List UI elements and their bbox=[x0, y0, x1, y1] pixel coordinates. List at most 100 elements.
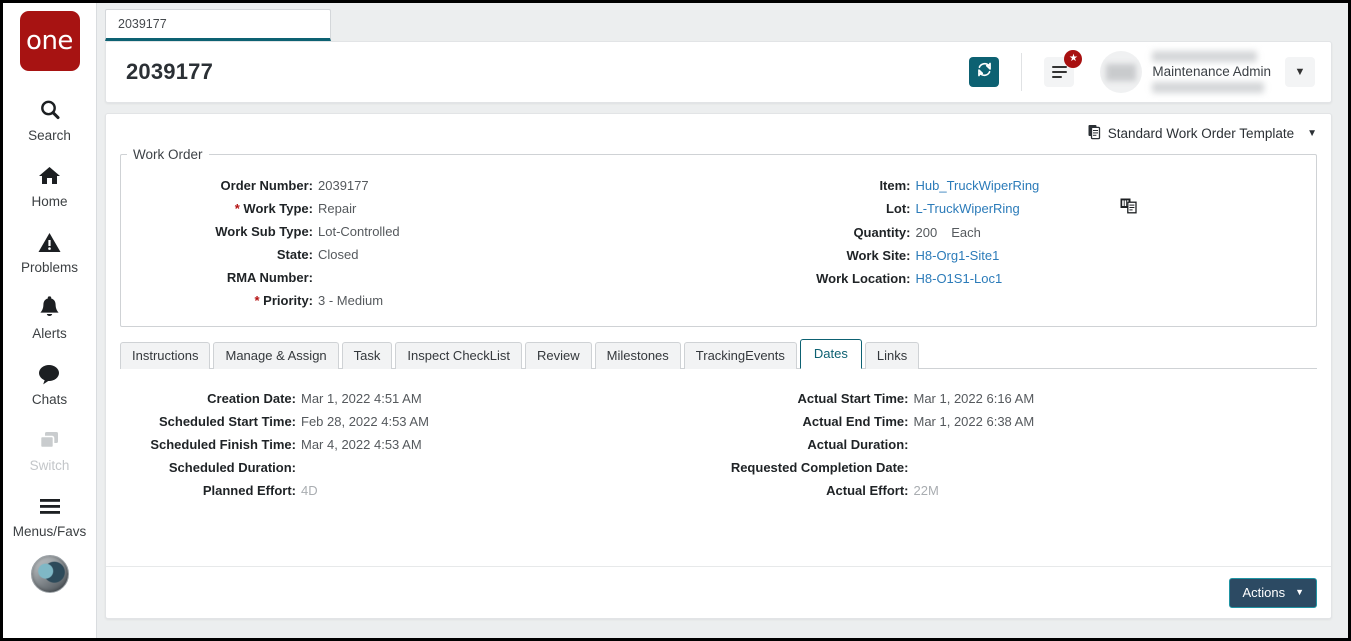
user-name-redacted-top bbox=[1152, 51, 1257, 62]
page-title: 2039177 bbox=[126, 59, 213, 85]
warning-triangle-icon bbox=[37, 227, 62, 257]
field-row: Scheduled Duration: bbox=[106, 456, 719, 479]
user-profile-block[interactable]: Maintenance Admin bbox=[1100, 49, 1271, 95]
one-network-logo[interactable]: one bbox=[20, 11, 80, 71]
work-order-fieldset: Work Order Order Number: 2039177 * Work … bbox=[120, 147, 1317, 327]
field-value-link-work-location[interactable]: H8-O1S1-Loc1 bbox=[916, 267, 1003, 290]
field-value: Mar 4, 2022 4:53 AM bbox=[301, 433, 422, 456]
field-row: * Work Type: Repair bbox=[121, 197, 719, 220]
sidebar-item-label: Problems bbox=[21, 260, 78, 275]
main-content-area: 2039177 2039177 ★ bbox=[97, 3, 1348, 638]
left-nav-sidebar: one Search Home Problems Alerts bbox=[3, 3, 97, 638]
bell-icon bbox=[38, 293, 61, 323]
field-label: Actual End Time: bbox=[719, 410, 909, 433]
tab-task[interactable]: Task bbox=[342, 342, 393, 369]
field-label: Lot: bbox=[719, 197, 911, 221]
field-label: Actual Start Time: bbox=[719, 387, 909, 410]
field-row: Order Number: 2039177 bbox=[121, 174, 719, 197]
field-row: Work Location: H8-O1S1-Loc1 bbox=[719, 267, 1317, 290]
tab-trackingevents[interactable]: TrackingEvents bbox=[684, 342, 797, 369]
sidebar-item-home[interactable]: Home bbox=[3, 153, 96, 215]
sidebar-item-label: Home bbox=[31, 194, 67, 209]
browser-tab-label: 2039177 bbox=[118, 17, 167, 31]
field-row: State: Closed bbox=[121, 243, 719, 266]
field-row: * Priority: 3 - Medium bbox=[121, 289, 719, 312]
field-value: Feb 28, 2022 4:53 AM bbox=[301, 410, 429, 433]
browser-tab-work-order[interactable]: 2039177 bbox=[105, 9, 331, 41]
field-value: 200 bbox=[916, 221, 938, 244]
field-label: Work Site: bbox=[719, 244, 911, 267]
quantity-unit: Each bbox=[951, 221, 981, 244]
field-label: Work Sub Type: bbox=[121, 220, 313, 243]
tab-links[interactable]: Links bbox=[865, 342, 919, 369]
sidebar-item-label: Chats bbox=[32, 392, 67, 407]
tab-inspect-checklist[interactable]: Inspect CheckList bbox=[395, 342, 522, 369]
field-value-link-work-site[interactable]: H8-Org1-Site1 bbox=[916, 244, 1000, 267]
user-menu-chevron-down-icon[interactable]: ▼ bbox=[1285, 57, 1315, 87]
tab-manage-assign[interactable]: Manage & Assign bbox=[213, 342, 338, 369]
field-value-link-lot[interactable]: L-TruckWiperRing bbox=[916, 197, 1020, 221]
sidebar-item-chats[interactable]: Chats bbox=[3, 351, 96, 413]
tab-review[interactable]: Review bbox=[525, 342, 592, 369]
user-name-group: Maintenance Admin bbox=[1152, 49, 1271, 95]
field-value: 3 - Medium bbox=[318, 289, 383, 312]
header-actions: ★ Maintenance Admin ▼ bbox=[969, 42, 1315, 102]
field-value: Mar 1, 2022 6:38 AM bbox=[914, 410, 1035, 433]
tab-dates[interactable]: Dates bbox=[800, 339, 862, 369]
tab-instructions[interactable]: Instructions bbox=[120, 342, 210, 369]
field-label: Order Number: bbox=[121, 174, 313, 197]
field-row: Actual Effort: 22M bbox=[719, 479, 1332, 502]
refresh-button[interactable] bbox=[969, 57, 999, 87]
field-value: 2039177 bbox=[318, 174, 369, 197]
field-row: Lot: L-TruckWiperRing bbox=[719, 197, 1317, 221]
chat-bubble-icon bbox=[37, 359, 62, 389]
dates-columns: Creation Date: Mar 1, 2022 4:51 AM Sched… bbox=[106, 381, 1331, 502]
field-label: Scheduled Start Time: bbox=[106, 410, 296, 433]
star-badge-icon: ★ bbox=[1064, 50, 1082, 68]
sidebar-profile-avatar[interactable] bbox=[31, 555, 69, 593]
template-label: Standard Work Order Template bbox=[1108, 126, 1294, 141]
required-asterisk: * bbox=[254, 293, 259, 308]
field-value: 4D bbox=[301, 479, 318, 502]
user-role-label: Maintenance Admin bbox=[1152, 64, 1271, 80]
refresh-icon bbox=[976, 61, 993, 83]
field-value: Mar 1, 2022 4:51 AM bbox=[301, 387, 422, 410]
chevron-down-icon: ▼ bbox=[1295, 587, 1304, 597]
dates-left-column: Creation Date: Mar 1, 2022 4:51 AM Sched… bbox=[106, 387, 719, 502]
required-asterisk: * bbox=[235, 201, 240, 216]
sidebar-item-menus-favs[interactable]: Menus/Favs bbox=[3, 483, 96, 545]
sidebar-item-alerts[interactable]: Alerts bbox=[3, 285, 96, 347]
sidebar-item-switch[interactable]: Switch bbox=[3, 417, 96, 479]
work-order-left-column: Order Number: 2039177 * Work Type: Repai… bbox=[121, 174, 719, 312]
notifications-menu-button[interactable]: ★ bbox=[1044, 57, 1074, 87]
field-row: Planned Effort: 4D bbox=[106, 479, 719, 502]
field-label: Actual Effort: bbox=[719, 479, 909, 502]
actions-button-label: Actions bbox=[1242, 585, 1285, 600]
field-row: Work Site: H8-Org1-Site1 bbox=[719, 244, 1317, 267]
field-label: Item: bbox=[719, 174, 911, 197]
field-row: Actual Start Time: Mar 1, 2022 6:16 AM bbox=[719, 387, 1332, 410]
work-order-right-column: Item: Hub_TruckWiperRing Lot: L-TruckWip… bbox=[719, 174, 1317, 312]
work-order-columns: Order Number: 2039177 * Work Type: Repai… bbox=[121, 168, 1316, 312]
template-selector[interactable]: Standard Work Order Template ▼ bbox=[1088, 124, 1317, 143]
tab-milestones[interactable]: Milestones bbox=[595, 342, 681, 369]
user-name-redacted-bottom bbox=[1152, 82, 1264, 93]
switch-windows-icon bbox=[37, 425, 62, 455]
field-row: Actual Duration: bbox=[719, 433, 1332, 456]
sidebar-item-search[interactable]: Search bbox=[3, 87, 96, 149]
header-divider bbox=[1021, 53, 1022, 91]
field-label: Creation Date: bbox=[106, 387, 296, 410]
field-row: Quantity: 200 Each bbox=[719, 221, 1317, 244]
field-row: Work Sub Type: Lot-Controlled bbox=[121, 220, 719, 243]
actions-button[interactable]: Actions ▼ bbox=[1229, 578, 1317, 608]
hamburger-menu-icon bbox=[1052, 63, 1067, 81]
sidebar-item-problems[interactable]: Problems bbox=[3, 219, 96, 281]
field-row: RMA Number: bbox=[121, 266, 719, 289]
home-icon bbox=[37, 161, 62, 191]
lot-document-icon[interactable] bbox=[1120, 197, 1138, 221]
browser-tabstrip: 2039177 bbox=[97, 3, 1348, 41]
field-value-link-item[interactable]: Hub_TruckWiperRing bbox=[916, 174, 1040, 197]
work-order-card: Standard Work Order Template ▼ Work Orde… bbox=[105, 113, 1332, 619]
application-window: one Search Home Problems Alerts bbox=[0, 0, 1351, 641]
hamburger-icon bbox=[37, 491, 63, 521]
